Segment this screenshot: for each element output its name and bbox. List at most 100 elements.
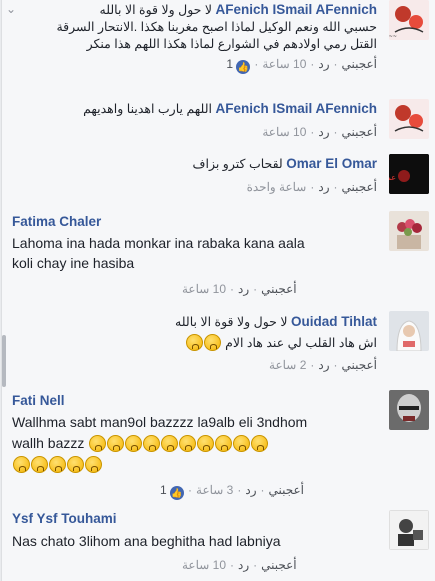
comment-text: لا حول ولا قوة الا بالله <box>99 3 212 17</box>
comment-actions: أعجبني·رد·10 ساعة <box>12 281 377 297</box>
like-link[interactable]: أعجبني <box>261 558 296 572</box>
comment-text: Lahoma ina hada monkar ina rabaka kana a… <box>12 235 305 251</box>
separator: · <box>310 125 315 139</box>
crying-face-icon <box>88 435 106 452</box>
reply-link[interactable]: رد <box>318 125 329 139</box>
timestamp[interactable]: ساعة واحدة <box>247 180 307 194</box>
comment-author[interactable]: Fati Nell <box>12 393 65 408</box>
crying-face-icon <box>142 435 160 452</box>
separator: · <box>310 358 315 372</box>
separator: · <box>237 483 242 497</box>
comment-text: اش هاد القلب لي عند هاد الام <box>225 336 377 350</box>
timestamp[interactable]: 2 ساعة <box>269 358 306 372</box>
comment-actions: أعجبني·رد·10 ساعة <box>12 557 377 573</box>
reply-link[interactable]: رد <box>238 558 249 572</box>
comment: عمر Omar El Omar لقحاب كترو بزاف أعجبني ·… <box>2 152 435 207</box>
like-link[interactable]: أعجبني <box>342 57 377 71</box>
comment-text: اللهم يارب اهدينا واهديهم <box>83 102 212 116</box>
avatar[interactable]: ~~~ <box>389 0 429 40</box>
like-link[interactable]: أعجبني <box>342 180 377 194</box>
reply-link[interactable]: رد <box>238 282 249 296</box>
crying-face-icon <box>48 456 66 473</box>
like-link[interactable]: أعجبني <box>269 483 304 497</box>
likes-count[interactable]: 1 <box>160 483 167 497</box>
like-link[interactable]: أعجبني <box>342 125 377 139</box>
comment-text: حسبي الله ونعم الوكيل لماذا اصبح مغربنا … <box>56 20 377 34</box>
avatar[interactable] <box>389 211 429 251</box>
comment-actions: أعجبني·رد·10 ساعة <box>12 124 377 140</box>
crying-face-icon <box>12 456 30 473</box>
comment-actions: أعجبني·رد·ساعة واحدة <box>12 179 377 195</box>
crying-face-icon <box>160 435 178 452</box>
crying-face-icon <box>84 456 102 473</box>
separator: · <box>230 558 234 572</box>
timestamp[interactable]: 10 ساعة <box>262 57 306 71</box>
comment-actions: أعجبني·رد·10 ساعة·👍 1 <box>12 56 377 74</box>
crying-face-icon <box>250 435 268 452</box>
svg-text:عمر: عمر <box>389 173 396 182</box>
timestamp[interactable]: 10 ساعة <box>182 558 226 572</box>
separator: · <box>230 282 234 296</box>
comment-text: لا حول ولا قوة الا بالله <box>175 315 288 329</box>
comment-author[interactable]: Ysf Ysf Touhami <box>12 511 117 526</box>
thumbs-up-icon[interactable]: 👍 <box>170 486 185 500</box>
comment-text: Wallhma sabt man9ol bazzzz la9alb eli 3n… <box>12 414 308 430</box>
timestamp[interactable]: 10 ساعة <box>182 282 226 296</box>
timestamp[interactable]: 10 ساعة <box>262 125 306 139</box>
comments-feed: ⌄ ~~~ AFenich ISmail AFennich لا حول ولا… <box>1 0 435 581</box>
like-link[interactable]: أعجبني <box>261 282 296 296</box>
comment-actions: أعجبني·رد·2 ساعة <box>12 357 377 373</box>
crying-face-icon <box>232 435 250 452</box>
like-link[interactable]: أعجبني <box>342 358 377 372</box>
reply-link[interactable]: رد <box>318 358 329 372</box>
crying-face-icon <box>106 435 124 452</box>
comment: Ouidad Tihlat لا حول ولا قوة الا بالله ا… <box>2 311 435 381</box>
comment-author[interactable]: Fatima Chaler <box>12 214 101 229</box>
comment: ~~~ AFenich ISmail AFennich لا حول ولا ق… <box>2 0 435 92</box>
avatar[interactable] <box>389 510 429 550</box>
avatar[interactable] <box>389 390 429 430</box>
comment: Fatima Chaler Lahoma ina hada monkar ina… <box>2 211 435 301</box>
comment-text: Nas chato 3lihom ana beghitha had labniy… <box>12 533 281 549</box>
thumbs-up-icon[interactable]: 👍 <box>236 60 251 74</box>
timestamp[interactable]: 3 ساعة <box>196 483 233 497</box>
separator: · <box>254 57 259 71</box>
separator: · <box>333 125 338 139</box>
crying-face-icon <box>186 334 204 351</box>
avatar[interactable]: عمر <box>389 154 429 194</box>
separator: · <box>333 358 338 372</box>
comment-text: لقحاب كترو بزاف <box>192 157 283 171</box>
reply-link[interactable]: رد <box>318 180 329 194</box>
separator: · <box>253 558 258 572</box>
separator: · <box>253 282 258 296</box>
comment-author[interactable]: AFenich ISmail AFennich <box>215 2 377 17</box>
separator: · <box>333 57 338 71</box>
comment: Ysf Ysf Touhami Nas chato 3lihom ana beg… <box>2 510 435 581</box>
reply-link[interactable]: رد <box>245 483 256 497</box>
separator: · <box>310 57 315 71</box>
comment: Fati Nell Wallhma sabt man9ol bazzzz la9… <box>2 390 435 500</box>
comment-text: wallh bazzz <box>12 435 85 451</box>
comment-author[interactable]: Ouidad Tihlat <box>291 314 377 329</box>
comment-actions: أعجبني·رد·3 ساعة·👍 1 <box>12 482 377 500</box>
crying-face-icon <box>214 435 232 452</box>
crying-face-icon <box>204 334 222 351</box>
reply-link[interactable]: رد <box>318 57 329 71</box>
comment-author[interactable]: AFenich ISmail AFennich <box>215 101 377 116</box>
separator: · <box>310 180 315 194</box>
crying-face-icon <box>66 456 84 473</box>
comment: AFenich ISmail AFennich اللهم يارب اهدين… <box>2 97 435 147</box>
separator: · <box>188 483 193 497</box>
svg-text:~~~: ~~~ <box>389 34 397 40</box>
likes-count[interactable]: 1 <box>226 57 233 71</box>
comment-text: القتل رمي اولادهم في الشوارع لماذا هكذا … <box>86 37 377 51</box>
crying-face-icon <box>178 435 196 452</box>
crying-face-icon <box>196 435 214 452</box>
crying-face-icon <box>30 456 48 473</box>
crying-face-icon <box>124 435 142 452</box>
comment-author[interactable]: Omar El Omar <box>286 156 377 171</box>
separator: · <box>260 483 265 497</box>
separator: · <box>333 180 338 194</box>
avatar[interactable] <box>389 311 429 351</box>
avatar[interactable] <box>389 99 429 139</box>
